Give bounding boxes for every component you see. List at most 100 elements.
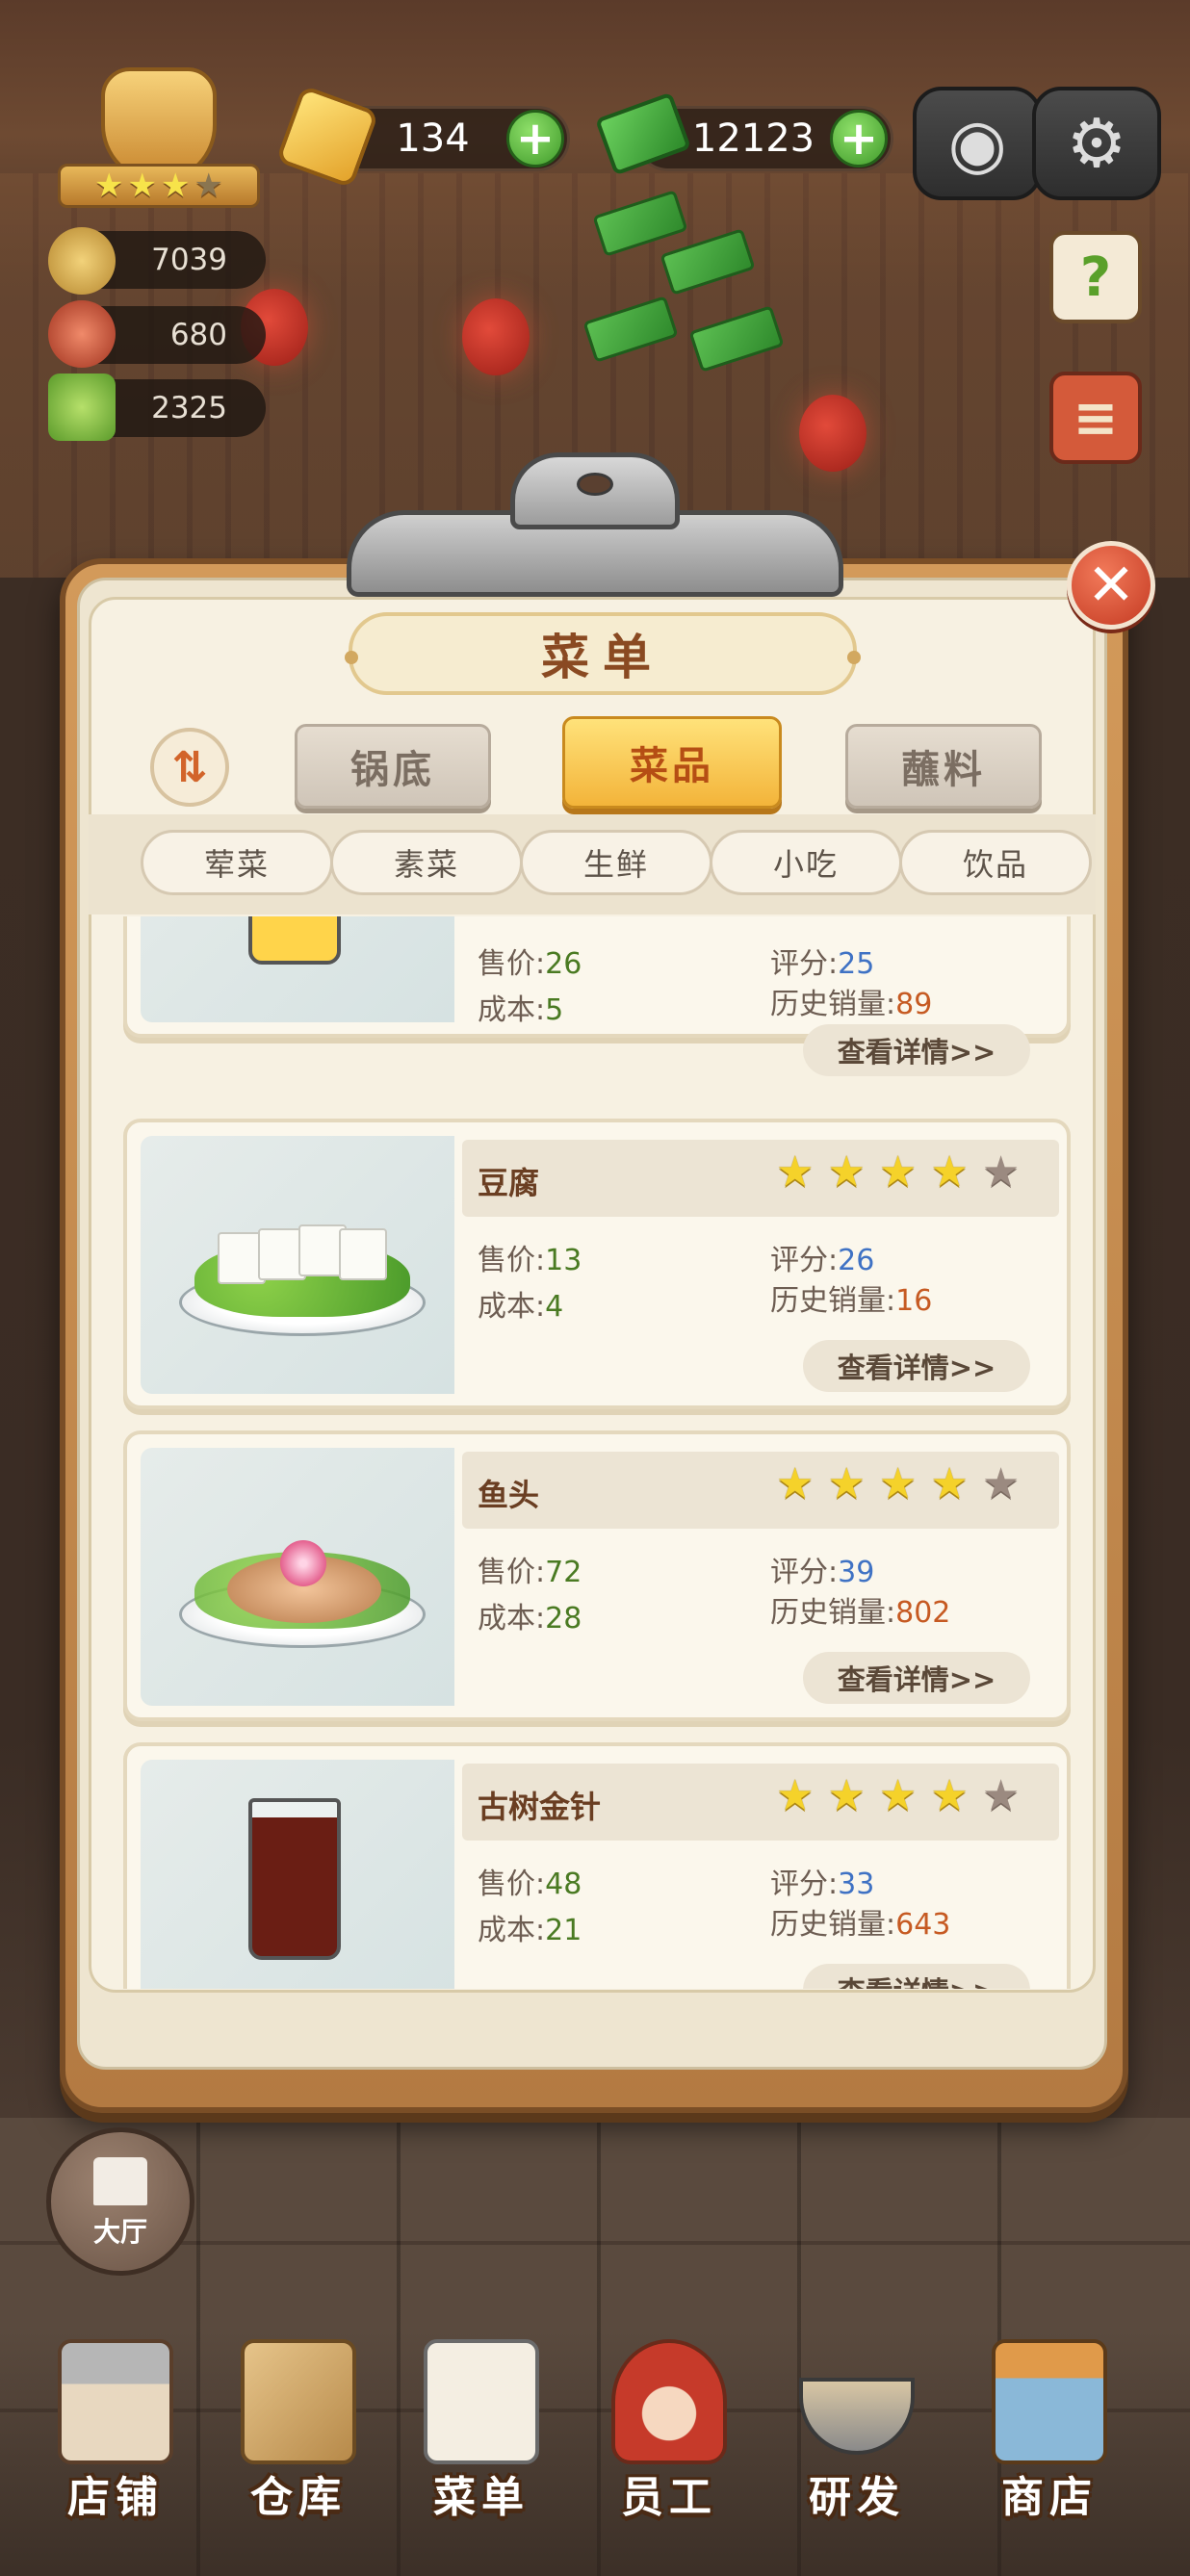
filter-snack[interactable]: 小吃	[710, 830, 902, 895]
dish-name: 鱼头	[478, 1477, 540, 1513]
score-text: 评分:25	[770, 947, 875, 981]
cost-value: 4	[545, 1290, 564, 1324]
cost-value: 21	[545, 1914, 582, 1947]
score-text: 评分:39	[770, 1556, 875, 1589]
sales-value: 16	[895, 1284, 933, 1318]
clipboard-clip	[347, 452, 843, 597]
cost-text: 成本:5	[478, 993, 564, 1027]
nav-label: 员工	[621, 2473, 717, 2522]
price-text: 售价:72	[478, 1556, 582, 1589]
camera-icon: ◉	[947, 104, 1007, 183]
score-value: 26	[838, 1244, 875, 1277]
sort-button[interactable]: ⇅	[150, 728, 229, 807]
view-details-button[interactable]: 查看详情>>	[803, 1964, 1030, 1989]
tofu-icon	[339, 1228, 387, 1280]
price-text: 售价:48	[478, 1868, 582, 1901]
nav-research[interactable]: 研发	[761, 2339, 953, 2570]
tea-glass-icon	[248, 1798, 341, 1960]
nav-warehouse[interactable]: 仓库	[202, 2339, 395, 2570]
cost-value: 28	[545, 1602, 582, 1636]
dish-list[interactable]: 售价:26 成本:5 评分:25 历史销量:89 查看详情>> 豆腐 ★ ★ ★…	[116, 916, 1078, 1989]
nav-shop[interactable]: 商店	[953, 2339, 1146, 2570]
gear-icon: ⚙	[1066, 104, 1127, 183]
close-button[interactable]: ✕	[1067, 541, 1155, 630]
cost-text: 成本:28	[478, 1602, 582, 1636]
price-text: 售价:26	[478, 947, 582, 981]
nav-label: 仓库	[250, 2473, 347, 2522]
house-icon	[93, 2157, 147, 2205]
dish-rating: ★ ★ ★ ★ ★	[776, 1463, 1020, 1506]
add-cash-button[interactable]: +	[830, 110, 888, 167]
stat-value: 2325	[151, 391, 227, 425]
sales-value: 643	[895, 1908, 951, 1942]
price-text: 售价:13	[478, 1244, 582, 1277]
menu-title: 菜单	[345, 612, 861, 695]
hall-label: 大厅	[92, 2216, 147, 2248]
question-icon: ?	[1079, 245, 1112, 309]
dish-card[interactable]: 鱼头 ★ ★ ★ ★ ★ 售价:72 成本:28 评分:39 历史销量:802 …	[123, 1430, 1071, 1721]
chef-icon	[611, 2339, 727, 2464]
star-icon: ★	[827, 1147, 866, 1197]
tab-dipping-sauce[interactable]: 蘸料	[845, 724, 1042, 809]
cost-text: 成本:4	[478, 1290, 564, 1324]
score-value: 39	[838, 1556, 875, 1589]
star-icon: ★	[776, 1459, 815, 1508]
sales-text: 历史销量:16	[770, 1284, 933, 1318]
star-icon: ★	[827, 1771, 866, 1820]
price-value: 48	[545, 1868, 582, 1901]
filter-meat[interactable]: 荤菜	[141, 830, 333, 895]
score-value: 25	[838, 947, 875, 981]
nav-label: 店铺	[67, 2473, 164, 2522]
star-icon: ★	[127, 167, 157, 205]
view-details-button[interactable]: 查看详情>>	[803, 1024, 1030, 1076]
sales-text: 历史销量:802	[770, 1596, 951, 1630]
nav-staff[interactable]: 员工	[573, 2339, 765, 2570]
price-value: 13	[545, 1244, 582, 1277]
star-icon: ★	[930, 1459, 969, 1508]
cost-text: 成本:21	[478, 1914, 582, 1947]
dish-name: 豆腐	[478, 1165, 540, 1201]
help-book-button[interactable]: ?	[1049, 231, 1142, 323]
wok-icon	[799, 2378, 915, 2455]
hall-button[interactable]: 大厅	[46, 2127, 194, 2276]
view-details-button[interactable]: 查看详情>>	[803, 1652, 1030, 1704]
score-text: 评分:33	[770, 1868, 875, 1901]
star-icon: ★	[930, 1147, 969, 1197]
filter-drink[interactable]: 饮品	[899, 830, 1092, 895]
star-icon: ★	[878, 1147, 918, 1197]
view-details-button[interactable]: 查看详情>>	[803, 1340, 1030, 1392]
nav-store[interactable]: 店铺	[19, 2339, 212, 2570]
stat-value: 7039	[151, 243, 227, 277]
score-value: 33	[838, 1868, 875, 1901]
dish-card[interactable]: 豆腐 ★ ★ ★ ★ ★ 售价:13 成本:4 评分:26 历史销量:16 查看…	[123, 1119, 1071, 1409]
rank-badge[interactable]: ★ ★ ★ ★	[58, 67, 260, 212]
dish-card[interactable]: 古树金针 ★ ★ ★ ★ ★ 售价:48 成本:21 评分:33 历史销量:64…	[123, 1742, 1071, 1989]
dish-card[interactable]: 售价:26 成本:5 评分:25 历史销量:89 查看详情>>	[123, 916, 1071, 1076]
shop-building-icon	[58, 2339, 173, 2464]
nav-label: 研发	[809, 2473, 905, 2522]
filter-vegetable[interactable]: 素菜	[330, 830, 523, 895]
boxes-icon	[241, 2339, 356, 2464]
shop-stall-icon	[992, 2339, 1107, 2464]
star-icon: ★	[776, 1147, 815, 1197]
bell-icon	[48, 300, 116, 368]
nav-menu[interactable]: 菜单	[385, 2339, 578, 2570]
camera-button[interactable]: ◉	[913, 87, 1042, 200]
dish-image	[141, 1448, 454, 1706]
dish-name: 古树金针	[478, 1789, 602, 1825]
sales-value: 802	[895, 1596, 951, 1630]
recipe-book-button[interactable]: ≡	[1049, 372, 1142, 464]
nav-label: 菜单	[433, 2473, 530, 2522]
settings-button[interactable]: ⚙	[1032, 87, 1161, 200]
filter-fresh[interactable]: 生鲜	[520, 830, 712, 895]
dish-rating: ★ ★ ★ ★ ★	[776, 1151, 1020, 1194]
add-gems-button[interactable]: +	[506, 110, 564, 167]
star-empty-icon: ★	[981, 1147, 1021, 1197]
tab-soup-base[interactable]: 锅底	[295, 724, 491, 809]
tab-dishes[interactable]: 菜品	[562, 716, 782, 809]
sales-value: 89	[895, 988, 933, 1021]
dish-rating: ★ ★ ★ ★ ★	[776, 1775, 1020, 1817]
star-icon: ★	[161, 167, 191, 205]
star-icon: ★	[878, 1459, 918, 1508]
star-empty-icon: ★	[981, 1459, 1021, 1508]
